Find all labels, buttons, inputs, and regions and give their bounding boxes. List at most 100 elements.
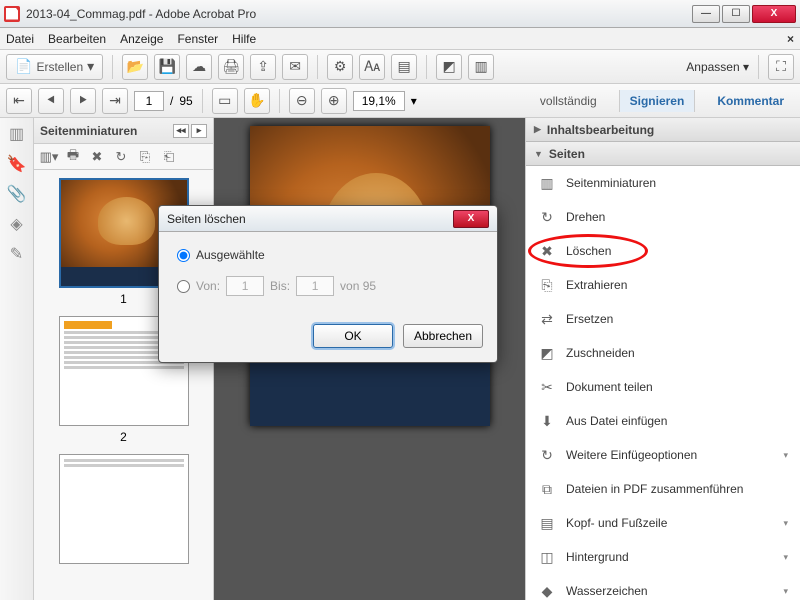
radio-ausgewaehlte-label: Ausgewählte	[196, 248, 265, 262]
thumb-extract-icon[interactable]: ⎗	[160, 148, 178, 166]
tool-loeschen[interactable]: ✖Löschen	[526, 234, 800, 268]
thumb-prev-icon[interactable]: ◂◂	[173, 124, 189, 138]
window-title: 2013-04_Commag.pdf - Adobe Acrobat Pro	[26, 7, 690, 21]
option-selected-row[interactable]: Ausgewählte	[177, 248, 479, 262]
menu-bar: Datei Bearbeiten Anzeige Fenster Hilfe ×	[0, 28, 800, 50]
tool-wasserzeichen[interactable]: ◆Wasserzeichen▾	[526, 574, 800, 600]
thumb-insert-icon[interactable]: ⎘	[136, 148, 154, 166]
thumbnails-icon[interactable]: ▥	[7, 124, 27, 144]
hand-icon[interactable]: ✋	[244, 88, 270, 114]
tools-panel: ▶Inhaltsbearbeitung ▼Seiten ▥Seitenminia…	[525, 118, 800, 600]
kommentar-tab[interactable]: Kommentar	[707, 90, 794, 112]
stamp-icon[interactable]: ◩	[436, 54, 462, 80]
dialog-titlebar[interactable]: Seiten löschen X	[159, 206, 497, 232]
section-seiten[interactable]: ▼Seiten	[526, 142, 800, 166]
color-icon[interactable]: ▥	[468, 54, 494, 80]
thumbnails-tools: ▥▾ 🖶 ✖ ↻ ⎘ ⎗	[34, 144, 213, 170]
pages-icon: ▥	[538, 174, 556, 192]
dialog-title: Seiten löschen	[167, 212, 246, 226]
thumb-print-icon[interactable]: 🖶	[64, 148, 82, 166]
tool-weitere-einfuege[interactable]: ↻Weitere Einfügeoptionen▾	[526, 438, 800, 472]
page-input[interactable]	[134, 91, 164, 111]
bis-label: Bis:	[270, 279, 290, 293]
tool-seitenminiaturen[interactable]: ▥Seitenminiaturen	[526, 166, 800, 200]
thumbnail-page-3[interactable]	[42, 454, 205, 564]
headerfooter-icon: ▤	[538, 514, 556, 532]
thumb-rotate-icon[interactable]: ↻	[112, 148, 130, 166]
next-page-icon[interactable]: ⯈	[70, 88, 96, 114]
save-icon[interactable]: 💾	[154, 54, 180, 80]
prev-page-icon[interactable]: ⯇	[38, 88, 64, 114]
left-nav-strip: ▥ 🔖 📎 ◈ ✎	[0, 118, 34, 600]
maximize-button[interactable]: ☐	[722, 5, 750, 23]
anpassen-menu[interactable]: Anpassen ▾	[686, 60, 749, 74]
open-icon[interactable]: 📂	[122, 54, 148, 80]
zoom-input[interactable]	[353, 91, 405, 111]
dialog-close-button[interactable]: X	[453, 210, 489, 228]
share-icon[interactable]: ⇪	[250, 54, 276, 80]
form-icon[interactable]: ▤	[391, 54, 417, 80]
thumb-delete-icon[interactable]: ✖	[88, 148, 106, 166]
section-inhaltsbearbeitung[interactable]: ▶Inhaltsbearbeitung	[526, 118, 800, 142]
zoom-out-icon[interactable]: ⊖	[289, 88, 315, 114]
insert-file-icon: ⬇	[538, 412, 556, 430]
attachments-icon[interactable]: 📎	[7, 184, 27, 204]
tool-aus-datei[interactable]: ⬇Aus Datei einfügen	[526, 404, 800, 438]
cloud-icon[interactable]: ☁	[186, 54, 212, 80]
bookmarks-icon[interactable]: 🔖	[7, 154, 27, 174]
bis-input[interactable]	[296, 276, 334, 296]
menu-datei[interactable]: Datei	[6, 32, 34, 46]
window-close-icon[interactable]: ×	[787, 32, 794, 46]
thumb-options-icon[interactable]: ▥▾	[40, 148, 58, 166]
tool-extrahieren[interactable]: ⎘Extrahieren	[526, 268, 800, 302]
delete-icon: ✖	[538, 242, 556, 260]
erstellen-button[interactable]: 📄 Erstellen ▾	[6, 54, 103, 80]
gear-icon[interactable]: ⚙	[327, 54, 353, 80]
thumb-label: 2	[42, 430, 205, 444]
split-icon: ✂	[538, 378, 556, 396]
thumb-next-icon[interactable]: ▸	[191, 124, 207, 138]
tool-ersetzen[interactable]: ⇄Ersetzen	[526, 302, 800, 336]
cancel-button[interactable]: Abbrechen	[403, 324, 483, 348]
print-icon[interactable]: 🖨	[218, 54, 244, 80]
pointer-icon[interactable]: ▭	[212, 88, 238, 114]
watermark-icon: ◆	[538, 582, 556, 600]
page-total: 95	[179, 94, 192, 108]
app-icon	[4, 6, 20, 22]
menu-bearbeiten[interactable]: Bearbeiten	[48, 32, 106, 46]
zoom-in-icon[interactable]: ⊕	[321, 88, 347, 114]
von-total-label: von 95	[340, 279, 376, 293]
mail-icon[interactable]: ✉	[282, 54, 308, 80]
menu-anzeige[interactable]: Anzeige	[120, 32, 163, 46]
signatures-icon[interactable]: ✎	[7, 244, 27, 264]
fullscreen-icon[interactable]: ⛶	[768, 54, 794, 80]
recognize-icon[interactable]: 🗛	[359, 54, 385, 80]
menu-fenster[interactable]: Fenster	[177, 32, 218, 46]
tool-drehen[interactable]: ↻Drehen	[526, 200, 800, 234]
tool-kopf-fuss[interactable]: ▤Kopf- und Fußzeile▾	[526, 506, 800, 540]
tool-dateien-pdf[interactable]: ⧉Dateien in PDF zusammenführen	[526, 472, 800, 506]
menu-hilfe[interactable]: Hilfe	[232, 32, 256, 46]
minimize-button[interactable]: —	[692, 5, 720, 23]
background-icon: ◫	[538, 548, 556, 566]
thumbnails-header: Seitenminiaturen ◂◂ ▸	[34, 118, 213, 144]
option-range-row[interactable]: Von: Bis: von 95	[177, 276, 479, 296]
main-toolbar: 📄 Erstellen ▾ 📂 💾 ☁ 🖨 ⇪ ✉ ⚙ 🗛 ▤ ◩ ▥ Anpa…	[0, 50, 800, 84]
tool-zuschneiden[interactable]: ◩Zuschneiden	[526, 336, 800, 370]
zoom-dropdown-icon[interactable]: ▾	[411, 94, 417, 108]
layers-icon[interactable]: ◈	[7, 214, 27, 234]
radio-ausgewaehlte[interactable]	[177, 249, 190, 262]
tool-dokument-teilen[interactable]: ✂Dokument teilen	[526, 370, 800, 404]
ok-button[interactable]: OK	[313, 324, 393, 348]
vollstaendig-button[interactable]: vollständig	[530, 90, 607, 112]
signieren-tab[interactable]: Signieren	[619, 90, 696, 112]
first-page-icon[interactable]: ⇤	[6, 88, 32, 114]
von-input[interactable]	[226, 276, 264, 296]
last-page-icon[interactable]: ⇥	[102, 88, 128, 114]
crop-icon: ◩	[538, 344, 556, 362]
tool-hintergrund[interactable]: ◫Hintergrund▾	[526, 540, 800, 574]
replace-icon: ⇄	[538, 310, 556, 328]
close-button[interactable]: X	[752, 5, 796, 23]
window-titlebar: 2013-04_Commag.pdf - Adobe Acrobat Pro —…	[0, 0, 800, 28]
radio-von[interactable]	[177, 280, 190, 293]
